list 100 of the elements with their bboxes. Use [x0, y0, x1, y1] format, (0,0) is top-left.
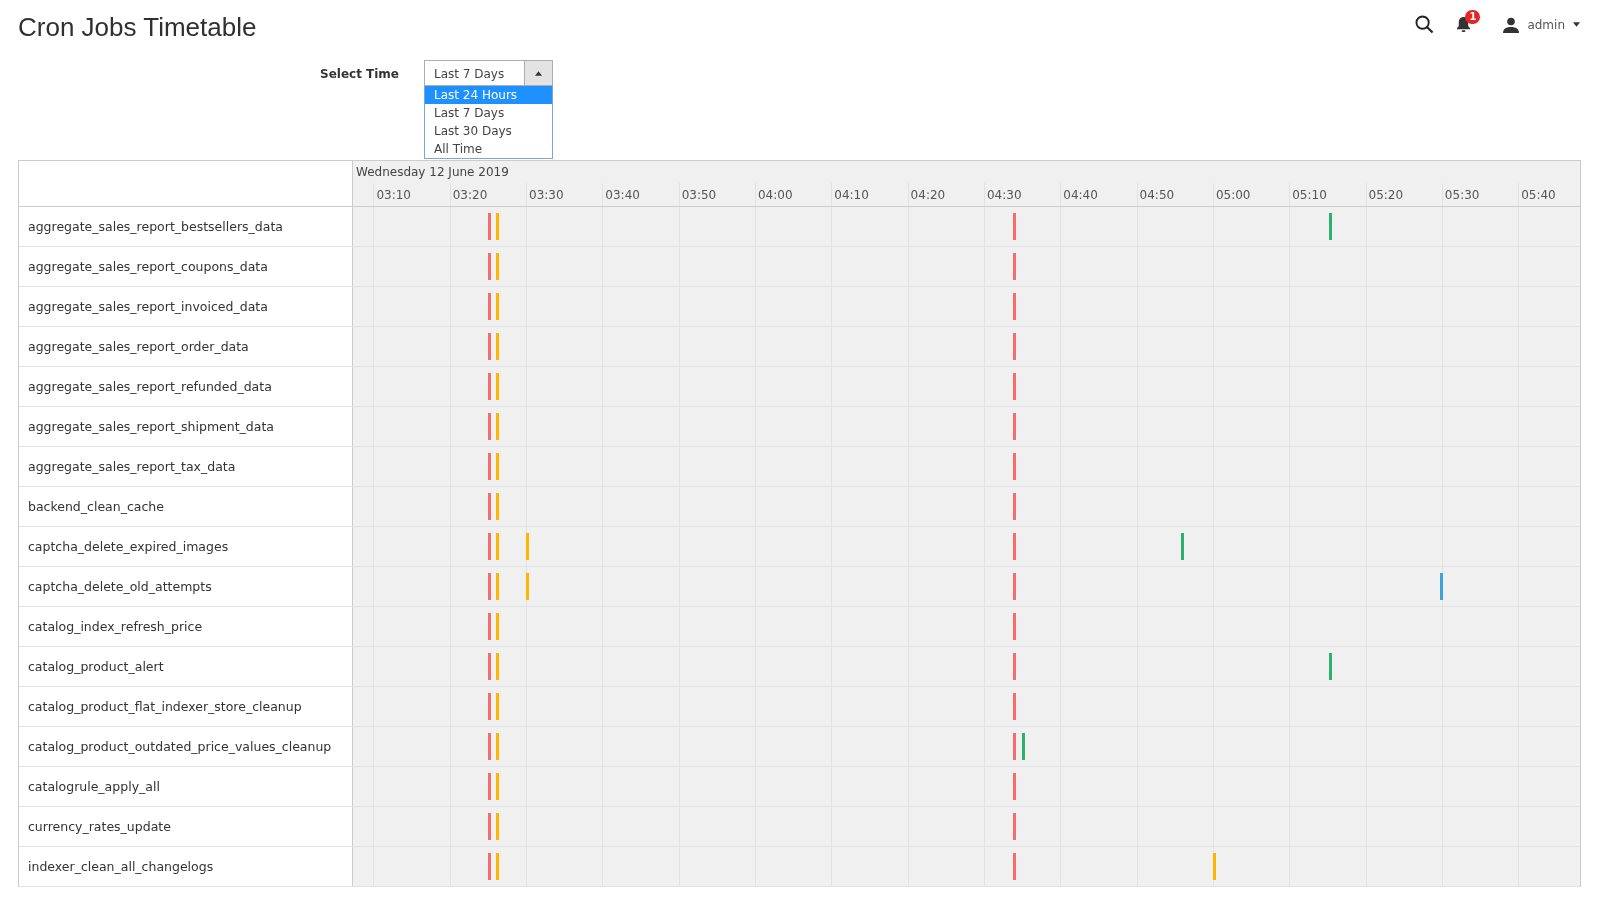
run-marker[interactable]	[488, 733, 492, 760]
time-tick-label: 03:40	[605, 188, 640, 202]
run-marker[interactable]	[495, 533, 499, 560]
run-marker[interactable]	[495, 253, 499, 280]
job-name: aggregate_sales_report_order_data	[28, 339, 249, 354]
run-marker[interactable]	[495, 573, 499, 600]
run-marker[interactable]	[488, 533, 492, 560]
run-marker[interactable]	[488, 213, 492, 240]
search-icon[interactable]	[1415, 15, 1435, 34]
run-marker[interactable]	[495, 213, 499, 240]
job-name: catalogrule_apply_all	[28, 779, 160, 794]
job-name: aggregate_sales_report_tax_data	[28, 459, 236, 474]
run-marker[interactable]	[488, 693, 492, 720]
run-marker[interactable]	[1013, 293, 1017, 320]
run-marker[interactable]	[495, 293, 499, 320]
notification-badge: 1	[1465, 10, 1481, 24]
run-marker[interactable]	[495, 773, 499, 800]
run-marker[interactable]	[1013, 813, 1017, 840]
run-marker[interactable]	[488, 613, 492, 640]
time-select[interactable]: Last 7 Days	[424, 60, 553, 86]
job-name: catalog_index_refresh_price	[28, 619, 203, 634]
run-marker[interactable]	[495, 813, 499, 840]
run-marker[interactable]	[1013, 693, 1017, 720]
time-tick-label: 05:20	[1368, 188, 1404, 202]
job-name: aggregate_sales_report_invoiced_data	[28, 299, 268, 314]
run-marker[interactable]	[488, 773, 492, 800]
time-tick-label: 04:20	[910, 188, 946, 202]
run-marker[interactable]	[488, 813, 492, 840]
run-marker[interactable]	[488, 253, 492, 280]
run-marker[interactable]	[495, 693, 499, 720]
run-marker[interactable]	[495, 853, 499, 880]
run-marker[interactable]	[495, 653, 499, 680]
time-tick-label: 04:00	[757, 188, 793, 202]
time-tick-label: 03:50	[681, 188, 717, 202]
run-marker[interactable]	[526, 533, 530, 560]
run-marker[interactable]	[1013, 613, 1017, 640]
run-marker[interactable]	[488, 853, 492, 880]
run-marker[interactable]	[488, 373, 492, 400]
job-name: aggregate_sales_report_coupons_data	[28, 259, 268, 274]
run-marker[interactable]	[1013, 453, 1017, 480]
dropdown-option[interactable]: Last 7 Days	[425, 104, 552, 122]
time-tick-label: 03:30	[529, 188, 564, 202]
dropdown-option[interactable]: All Time	[425, 140, 552, 158]
run-marker[interactable]	[1013, 253, 1017, 280]
run-marker[interactable]	[495, 413, 499, 440]
job-name: catalog_product_alert	[28, 659, 164, 674]
time-tick-label: 03:20	[452, 188, 488, 202]
job-name: aggregate_sales_report_bestsellers_data	[28, 219, 283, 234]
job-name: aggregate_sales_report_shipment_data	[28, 419, 274, 434]
run-marker[interactable]	[488, 293, 492, 320]
run-marker[interactable]	[1181, 533, 1185, 560]
time-tick-label: 05:00	[1215, 188, 1251, 202]
job-name: captcha_delete_old_attempts	[28, 579, 212, 594]
run-marker[interactable]	[1013, 533, 1017, 560]
job-name: indexer_clean_all_changelogs	[28, 859, 214, 874]
run-marker[interactable]	[1013, 773, 1017, 800]
job-name: catalog_product_flat_indexer_store_cleanup	[28, 699, 302, 714]
run-marker[interactable]	[1013, 493, 1017, 520]
run-marker[interactable]	[488, 413, 492, 440]
run-marker[interactable]	[1013, 333, 1017, 360]
run-marker[interactable]	[488, 493, 492, 520]
job-name: aggregate_sales_report_refunded_data	[28, 379, 272, 394]
run-marker[interactable]	[1021, 733, 1025, 760]
run-marker[interactable]	[1013, 653, 1017, 680]
run-marker[interactable]	[495, 373, 499, 400]
dropdown-option[interactable]: Last 30 Days	[425, 122, 552, 140]
run-marker[interactable]	[1013, 733, 1017, 760]
run-marker[interactable]	[1328, 213, 1332, 240]
time-tick-label: 04:40	[1063, 188, 1098, 202]
caret-icon	[535, 70, 542, 76]
time-tick-label: 05:10	[1292, 188, 1327, 202]
job-name: currency_rates_update	[28, 819, 171, 834]
run-marker[interactable]	[495, 453, 499, 480]
run-marker[interactable]	[1013, 373, 1017, 400]
run-marker[interactable]	[488, 573, 492, 600]
user-menu[interactable]: admin	[1503, 16, 1580, 33]
run-marker[interactable]	[1440, 573, 1444, 600]
run-marker[interactable]	[1013, 573, 1017, 600]
run-marker[interactable]	[488, 453, 492, 480]
run-marker[interactable]	[1013, 413, 1017, 440]
time-tick-label: 04:50	[1139, 188, 1175, 202]
run-marker[interactable]	[495, 493, 499, 520]
run-marker[interactable]	[1213, 853, 1217, 880]
run-marker[interactable]	[495, 333, 499, 360]
run-marker[interactable]	[495, 733, 499, 760]
run-marker[interactable]	[1013, 853, 1017, 880]
run-marker[interactable]	[495, 613, 499, 640]
time-tick-label: 05:40	[1521, 188, 1556, 202]
run-marker[interactable]	[526, 573, 530, 600]
job-name: backend_clean_cache	[28, 499, 164, 514]
run-marker[interactable]	[488, 653, 492, 680]
job-name: captcha_delete_expired_images	[28, 539, 229, 554]
run-marker[interactable]	[1328, 653, 1332, 680]
run-marker[interactable]	[1013, 213, 1017, 240]
user-icon	[1503, 16, 1520, 33]
time-tick-label: 04:10	[834, 188, 869, 202]
date-label: Wednesday 12 June 2019	[356, 165, 509, 179]
caret-icon	[1573, 22, 1580, 27]
run-marker[interactable]	[488, 333, 492, 360]
time-tick-label: 05:30	[1444, 188, 1480, 202]
